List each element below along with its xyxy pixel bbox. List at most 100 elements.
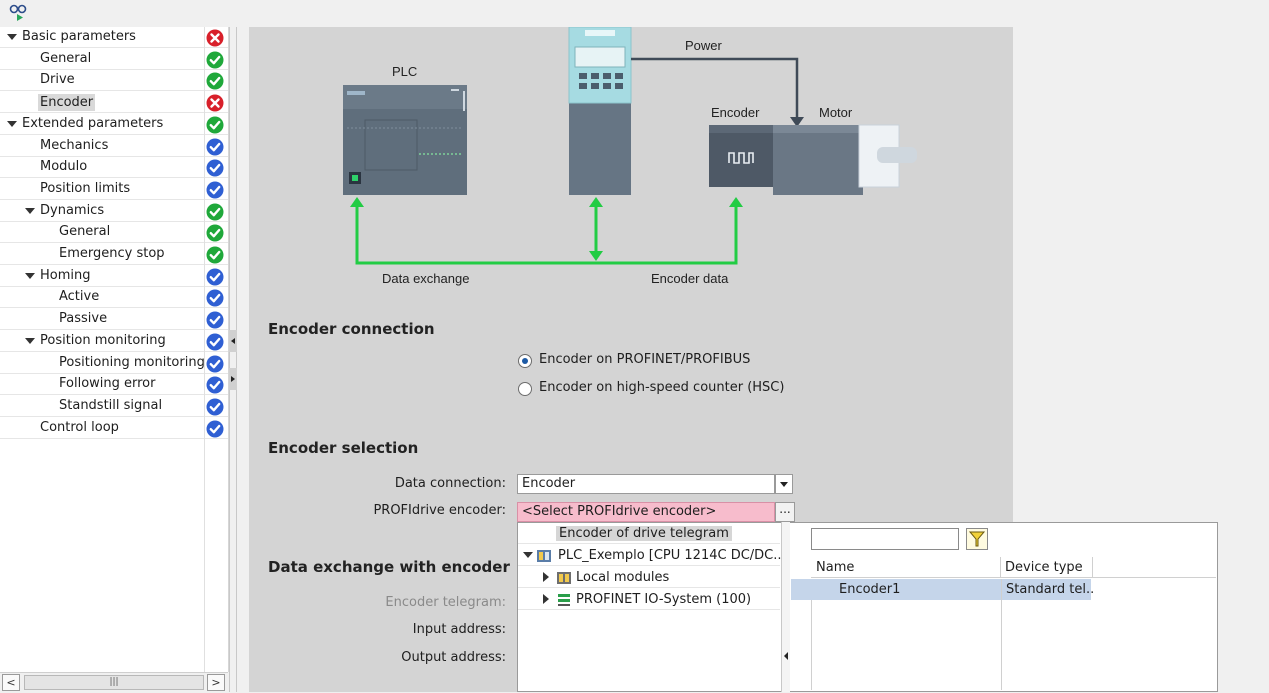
tree-item-label[interactable]: Active <box>59 289 99 304</box>
tree-item[interactable]: Standstill signal <box>0 396 228 417</box>
local-modules-label[interactable]: Local modules <box>576 570 669 585</box>
filter-button[interactable] <box>966 528 988 550</box>
expand-arrow-icon[interactable] <box>25 337 35 344</box>
profinet-system-label[interactable]: PROFINET IO-System (100) <box>576 592 751 607</box>
tree-item-label[interactable]: Encoder <box>38 94 96 112</box>
tree-item-label[interactable]: Position limits <box>40 181 130 196</box>
scroll-left-button[interactable]: < <box>2 674 20 691</box>
tree-item-label[interactable]: Passive <box>59 311 107 326</box>
popup-tree-item[interactable]: PROFINET IO-System (100) <box>518 589 780 610</box>
info-status-icon <box>206 268 224 286</box>
navigation-tree: Basic parameters General Drive Encoder Exten… <box>0 27 229 672</box>
axis-tech-object-icon <box>9 4 27 21</box>
expand-right-handle[interactable] <box>229 368 237 390</box>
info-status-icon <box>206 289 224 307</box>
data-connection-select[interactable]: Encoder <box>517 474 775 494</box>
tree-item[interactable]: Mechanics <box>0 136 228 157</box>
radio-profinet-label[interactable]: Encoder on PROFINET/PROFIBUS <box>539 352 750 367</box>
tree-item-label[interactable]: Dynamics <box>40 203 104 218</box>
tree-item-label[interactable]: General <box>59 224 110 239</box>
tree-item[interactable]: Dynamics <box>0 201 228 222</box>
filter-icon <box>968 531 986 547</box>
ok-status-icon <box>206 72 224 90</box>
tree-item[interactable]: Position monitoring <box>0 331 228 352</box>
info-status-icon <box>206 333 224 351</box>
panel-splitter[interactable] <box>229 27 237 692</box>
ok-status-icon <box>206 51 224 69</box>
tree-item[interactable]: Emergency stop <box>0 244 228 265</box>
radio-hsc[interactable] <box>518 382 532 396</box>
output-address-label: Output address: <box>401 650 506 665</box>
tree-item[interactable]: Modulo <box>0 157 228 179</box>
popup-header: Encoder of drive telegram <box>556 526 732 541</box>
expand-arrow-icon[interactable] <box>25 207 35 214</box>
collapse-left-handle[interactable] <box>229 330 237 352</box>
tree-item-label[interactable]: Positioning monitoring <box>59 355 205 370</box>
scroll-right-button[interactable]: > <box>207 674 225 691</box>
tree-item[interactable]: Positioning monitoring <box>0 353 228 374</box>
tree-item[interactable]: Position limits <box>0 179 228 200</box>
device-type-cell[interactable]: Standard tel.. <box>1006 582 1094 597</box>
tree-item[interactable]: General <box>0 222 228 244</box>
data-exchange-lines <box>355 205 738 265</box>
tree-item-label[interactable]: Mechanics <box>40 138 108 153</box>
tree-item[interactable]: Following error <box>0 374 228 396</box>
column-name-header[interactable]: Name <box>816 560 854 575</box>
browse-button[interactable]: ... <box>775 502 795 522</box>
column-device-type-header[interactable]: Device type <box>1005 560 1083 575</box>
tree-horizontal-scrollbar[interactable]: < ||| > <box>0 672 228 693</box>
tree-item[interactable]: Passive <box>0 309 228 331</box>
data-exchange-label: Data exchange <box>382 271 469 286</box>
configuration-diagram: PLC Power Encoder Motor Data exchange En… <box>343 27 917 286</box>
dropdown-arrow-icon[interactable] <box>775 474 793 494</box>
tree-item[interactable]: Encoder <box>0 92 228 114</box>
tree-item[interactable]: Homing <box>0 266 228 287</box>
profidrive-encoder-field[interactable]: <Select PROFIdrive encoder> <box>517 502 775 522</box>
tree-item-label[interactable]: Emergency stop <box>59 246 165 261</box>
table-row[interactable]: Encoder1 Standard tel.. <box>791 579 1094 600</box>
arrow-right-icon <box>231 376 235 382</box>
tree-item[interactable]: General <box>0 49 228 70</box>
tree-item[interactable]: Control loop <box>0 418 228 439</box>
grid-header: Name Device type <box>811 557 1216 578</box>
tree-item[interactable]: Extended parameters <box>0 114 228 135</box>
toolbar <box>0 0 1269 27</box>
encoder-motor <box>709 124 917 195</box>
tree-item-label[interactable]: Basic parameters <box>22 29 136 44</box>
expand-arrow-icon[interactable] <box>523 552 533 558</box>
expand-arrow-icon[interactable] <box>7 34 17 40</box>
tree-item-label[interactable]: Following error <box>59 376 155 391</box>
tree-item-label[interactable]: Homing <box>40 268 91 283</box>
popup-tree-item[interactable]: PLC_Exemplo [CPU 1214C DC/DC... <box>518 545 786 566</box>
tree-item[interactable]: Basic parameters <box>0 27 228 48</box>
filter-input[interactable] <box>811 528 959 550</box>
tree-item-label[interactable]: Extended parameters <box>22 116 163 131</box>
scroll-thumb[interactable]: ||| <box>24 675 204 690</box>
tree-item-label[interactable]: Drive <box>40 72 75 87</box>
tree-item-label[interactable]: Standstill signal <box>59 398 162 413</box>
info-status-icon <box>206 159 224 177</box>
tree-item-label[interactable]: Position monitoring <box>40 333 166 348</box>
tree-item[interactable]: Drive <box>0 70 228 92</box>
expand-arrow-icon[interactable] <box>7 120 17 127</box>
tree-item-label[interactable]: General <box>40 51 91 66</box>
info-status-icon <box>206 398 224 416</box>
profidrive-encoder-label: PROFIdrive encoder: <box>373 503 506 518</box>
arrow-left-icon <box>784 652 788 660</box>
expand-arrow-icon[interactable] <box>25 272 35 279</box>
popup-splitter[interactable] <box>781 522 790 692</box>
info-status-icon <box>206 181 224 199</box>
encoder-diagram-label: Encoder <box>711 105 760 120</box>
plc-node-label[interactable]: PLC_Exemplo [CPU 1214C DC/DC... <box>558 548 786 563</box>
encoder-name-cell[interactable]: Encoder1 <box>839 582 900 597</box>
collapse-arrow-icon[interactable] <box>543 572 549 582</box>
radio-hsc-label[interactable]: Encoder on high-speed counter (HSC) <box>539 380 784 395</box>
info-status-icon <box>206 138 224 155</box>
ok-status-icon <box>206 246 224 264</box>
collapse-arrow-icon[interactable] <box>543 594 549 604</box>
popup-tree-item[interactable]: Local modules <box>518 567 780 588</box>
tree-item-label[interactable]: Modulo <box>40 159 87 174</box>
tree-item-label[interactable]: Control loop <box>40 420 119 435</box>
tree-item[interactable]: Active <box>0 287 228 309</box>
radio-profinet[interactable] <box>518 354 532 368</box>
